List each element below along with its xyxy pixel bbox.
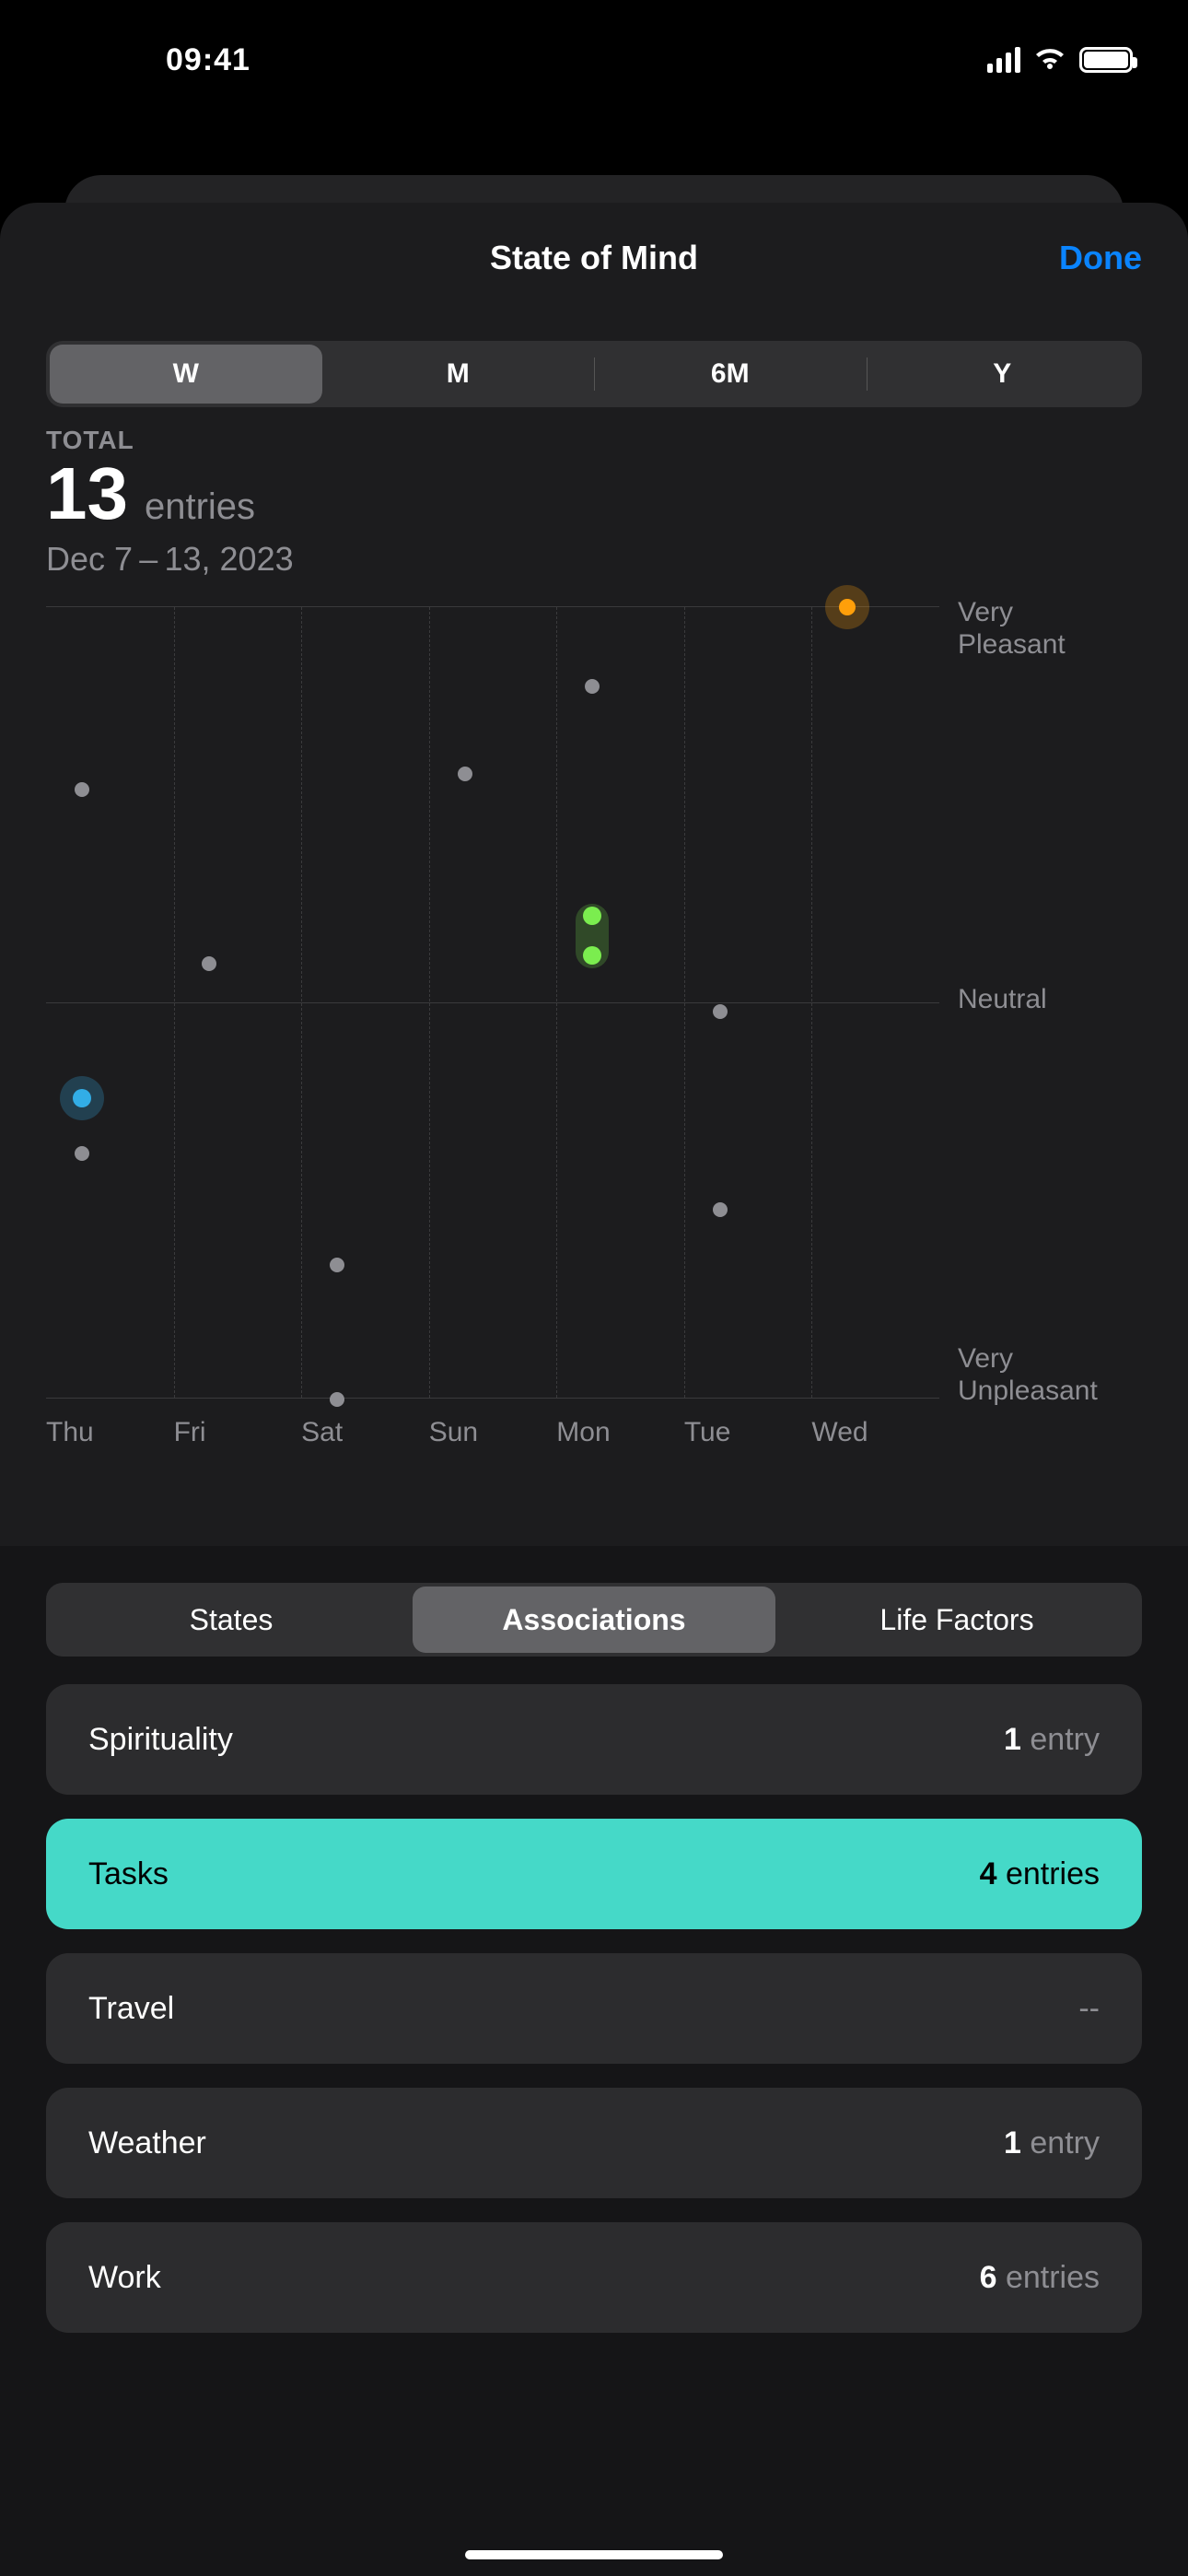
- segment-associations[interactable]: Associations: [413, 1587, 775, 1653]
- segment-year[interactable]: Y: [867, 345, 1139, 404]
- associations-list: Spirituality 1 entry Tasks 4 entries Travel -…: [46, 1684, 1142, 2333]
- segment-month[interactable]: M: [322, 345, 595, 404]
- association-name: Weather: [88, 2125, 206, 2161]
- status-bar: 09:41: [0, 0, 1188, 111]
- segment-states[interactable]: States: [50, 1587, 413, 1653]
- x-axis-label: Mon: [556, 1417, 610, 1448]
- y-axis-labels: VeryPleasant Neutral VeryUnpleasant: [939, 606, 1142, 1399]
- summary-count-unit: entries: [145, 486, 255, 528]
- association-name: Tasks: [88, 1856, 169, 1892]
- chart-point[interactable]: [583, 907, 601, 925]
- x-axis-label: Wed: [811, 1417, 868, 1448]
- segment-week[interactable]: W: [50, 345, 322, 404]
- association-row[interactable]: Spirituality 1 entry: [46, 1684, 1142, 1795]
- x-axis-label: Sun: [429, 1417, 478, 1448]
- association-row[interactable]: Tasks 4 entries: [46, 1819, 1142, 1929]
- time-range-segmented[interactable]: W M 6M Y: [46, 341, 1142, 407]
- association-count: 1 entry: [1004, 1722, 1100, 1758]
- chart-point[interactable]: [458, 767, 472, 781]
- chart-point[interactable]: [713, 1004, 728, 1019]
- chart-point[interactable]: [713, 1202, 728, 1217]
- home-indicator[interactable]: [465, 2550, 723, 2559]
- chart-point[interactable]: [330, 1392, 344, 1407]
- association-row[interactable]: Travel --: [46, 1953, 1142, 2064]
- association-row[interactable]: Work 6 entries: [46, 2222, 1142, 2333]
- association-name: Travel: [88, 1991, 174, 2027]
- summary: TOTAL 13 entries Dec 7 – 13, 2023: [0, 407, 1188, 579]
- done-button[interactable]: Done: [1059, 239, 1142, 277]
- nav-bar: State of Mind Done: [0, 203, 1188, 313]
- category-segmented[interactable]: States Associations Life Factors: [46, 1583, 1142, 1657]
- segment-6m[interactable]: 6M: [594, 345, 867, 404]
- battery-icon: [1079, 47, 1133, 73]
- association-name: Spirituality: [88, 1722, 233, 1758]
- chart-point[interactable]: [75, 1146, 89, 1161]
- chart-point[interactable]: [839, 599, 856, 615]
- chart-point[interactable]: [73, 1089, 91, 1107]
- chart-point[interactable]: [202, 956, 216, 971]
- association-count: 4 entries: [980, 1856, 1100, 1892]
- cellular-icon: [987, 47, 1020, 73]
- chart-point[interactable]: [585, 679, 600, 694]
- state-of-mind-chart[interactable]: Thu Fri Sat Sun Mon Tue Wed VeryPleasant Neutr…: [0, 579, 1188, 1546]
- association-count: 6 entries: [980, 2260, 1100, 2296]
- x-axis-label: Tue: [684, 1417, 731, 1448]
- chart-point[interactable]: [330, 1258, 344, 1272]
- segment-life-factors[interactable]: Life Factors: [775, 1587, 1138, 1653]
- status-icons: [987, 47, 1133, 73]
- x-axis-label: Thu: [46, 1417, 94, 1448]
- lower-section: States Associations Life Factors Spiritu…: [0, 1546, 1188, 2576]
- association-count: --: [1078, 1991, 1100, 2027]
- status-time: 09:41: [55, 42, 250, 78]
- sheet: State of Mind Done W M 6M Y TOTAL 13 ent…: [0, 203, 1188, 2576]
- chart-point[interactable]: [583, 946, 601, 965]
- x-axis-label: Fri: [174, 1417, 206, 1448]
- x-axis-label: Sat: [301, 1417, 343, 1448]
- association-row[interactable]: Weather 1 entry: [46, 2088, 1142, 2198]
- summary-date-range: Dec 7 – 13, 2023: [46, 540, 1142, 579]
- wifi-icon: [1033, 47, 1066, 73]
- association-count: 1 entry: [1004, 2125, 1100, 2161]
- page-title: State of Mind: [490, 239, 698, 277]
- association-name: Work: [88, 2260, 161, 2296]
- chart-point[interactable]: [75, 782, 89, 797]
- summary-count: 13: [46, 451, 128, 536]
